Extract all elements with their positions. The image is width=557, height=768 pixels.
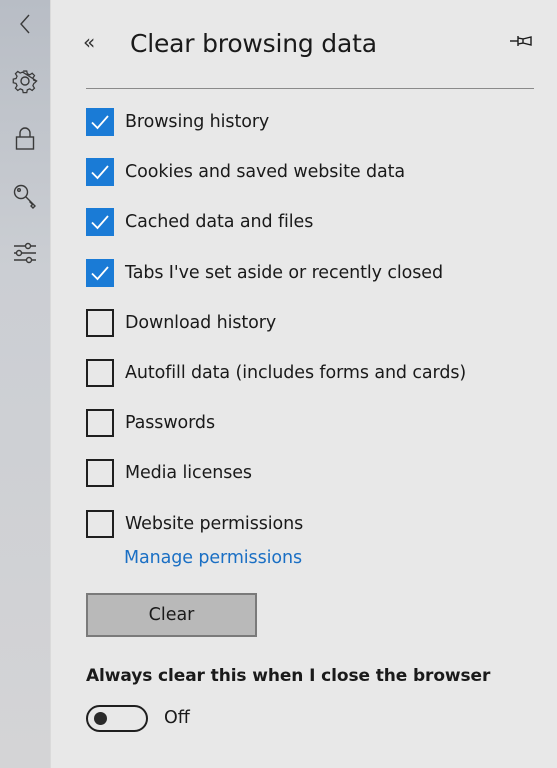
sidebar-item-passwords[interactable] xyxy=(0,176,50,216)
checkbox-label: Website permissions xyxy=(125,513,304,534)
clear-browsing-data-panel: « Clear browsing data Browsing history Co… xyxy=(50,0,557,768)
checkbox-row-tabs-set-aside[interactable]: Tabs I've set aside or recently closed xyxy=(86,258,466,309)
checkbox[interactable] xyxy=(86,158,114,187)
checkbox-row-cached-data[interactable]: Cached data and files xyxy=(86,208,466,258)
checkbox-row-media-licenses[interactable]: Media licenses xyxy=(86,459,466,509)
checkbox-row-cookies[interactable]: Cookies and saved website data xyxy=(86,158,466,208)
checkbox-row-download-history[interactable]: Download history xyxy=(86,308,466,359)
always-clear-toggle[interactable] xyxy=(86,705,148,732)
checkbox[interactable] xyxy=(86,358,114,387)
checkbox-label: Cached data and files xyxy=(125,212,314,233)
clear-button[interactable]: Clear xyxy=(86,593,257,637)
manage-permissions-link[interactable]: Manage permissions xyxy=(124,546,302,570)
key-icon xyxy=(13,184,36,209)
checkmark-icon xyxy=(91,265,109,280)
checkbox[interactable] xyxy=(86,108,114,136)
checkbox[interactable] xyxy=(86,308,114,337)
lock-icon xyxy=(15,127,35,150)
checkbox[interactable] xyxy=(86,409,114,438)
checkbox-label: Passwords xyxy=(125,413,215,434)
checkbox-row-autofill-data[interactable]: Autofill data (includes forms and cards) xyxy=(86,358,467,409)
checkmark-icon xyxy=(91,215,109,230)
checkbox-row-browsing-history[interactable]: Browsing history xyxy=(86,108,466,158)
toggle-state-label: Off xyxy=(164,708,190,728)
pin-button[interactable] xyxy=(509,33,535,53)
checkbox-row-passwords[interactable]: Passwords xyxy=(86,409,466,459)
checkbox[interactable] xyxy=(86,509,114,538)
data-types-list: Browsing history Cookies and saved websit… xyxy=(86,108,466,560)
checkbox[interactable] xyxy=(86,258,114,287)
sidebar-item-privacy[interactable] xyxy=(0,119,50,159)
checkbox-label: Browsing history xyxy=(125,112,270,132)
checkbox-label: Cookies and saved website data xyxy=(125,162,405,183)
checkbox-label: Media licenses xyxy=(125,463,252,484)
sidebar-item-back[interactable] xyxy=(0,4,50,44)
sliders-icon xyxy=(14,242,36,264)
page-title: Clear browsing data xyxy=(130,29,377,58)
toggle-knob xyxy=(94,712,107,725)
checkbox[interactable] xyxy=(86,208,114,237)
always-clear-label: Always clear this when I close the brows… xyxy=(86,666,491,686)
sidebar-item-settings[interactable] xyxy=(0,61,50,101)
back-arrow-icon xyxy=(20,14,30,34)
checkmark-icon xyxy=(91,115,109,130)
checkbox-label: Tabs I've set aside or recently closed xyxy=(125,262,443,283)
sidebar-item-advanced[interactable] xyxy=(0,233,50,273)
checkbox-label: Autofill data (includes forms and cards) xyxy=(125,362,467,383)
settings-sidebar xyxy=(0,0,51,768)
checkmark-icon xyxy=(91,165,109,180)
header-divider xyxy=(86,88,534,89)
checkbox[interactable] xyxy=(86,459,114,488)
checkbox-label: Download history xyxy=(125,312,277,333)
collapse-back-button[interactable]: « xyxy=(83,28,95,56)
gear-icon xyxy=(12,70,38,94)
pin-icon xyxy=(510,36,532,46)
